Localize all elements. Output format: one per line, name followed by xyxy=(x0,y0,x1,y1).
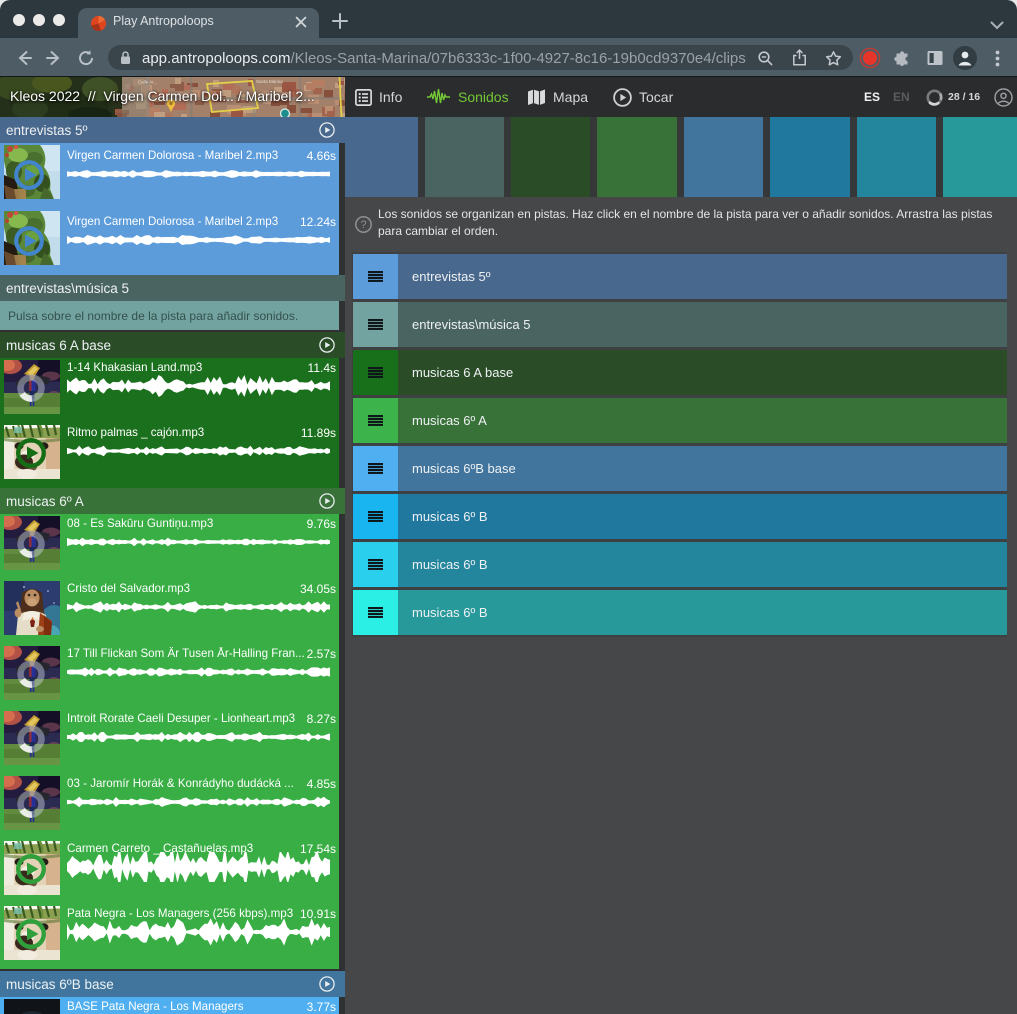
svg-text:Calle Ar...: Calle Ar... xyxy=(138,80,157,85)
svg-text:Santa Marina: Santa Marina xyxy=(256,79,283,84)
svg-text:?: ? xyxy=(360,219,366,231)
